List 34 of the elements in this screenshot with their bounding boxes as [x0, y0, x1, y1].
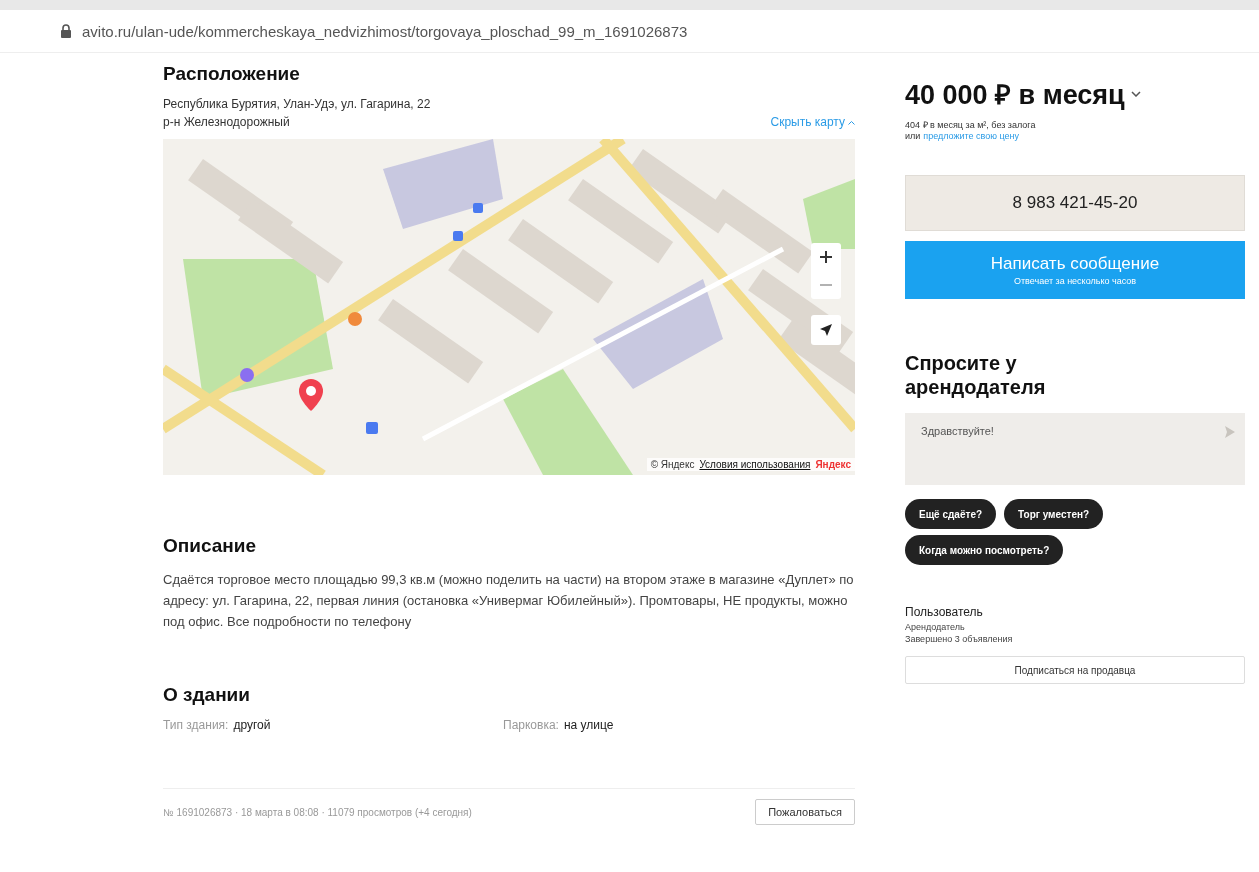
description-text: Сдаётся торговое место площадью 99,3 кв.м (можно поделить на части) на втором этаже в магазине «Дуплет» по адресу: ул. Гагарина, 22, первая линия (остановка «Универмаг Юбилейный»). Промтовары, НЕ продукты, можно под офис. Все подробности по телефону — [163, 571, 855, 631]
district-text: р-н Железнодорожный — [163, 115, 291, 129]
ask-title: Спросите у арендодателя — [905, 351, 1047, 399]
navigation-arrow-icon — [820, 324, 832, 336]
locate-button[interactable] — [811, 315, 841, 345]
address-bar-url[interactable]: avito.ru/ulan-ude/kommercheskaya_nedvizhimost/torgovaya_ploschad_99_m_1691026873 — [82, 22, 688, 40]
section-title: Расположение — [163, 63, 301, 85]
offer-prefix-text: или — [905, 131, 921, 141]
copyright-text: © Яндекс — [650, 459, 695, 470]
phone-button[interactable]: 8 983 421-45-20 — [905, 175, 1245, 231]
report-button[interactable]: Пожаловаться — [755, 799, 855, 825]
seller-stats: Завершено 3 объявления — [905, 634, 1014, 644]
address-text: Республика Бурятия, Улан-Удэ, ул. Гагарина, 22 — [163, 97, 431, 111]
map-brand-text: Яндекс — [815, 459, 851, 470]
message-field[interactable]: Здравствуйте! — [905, 413, 1245, 485]
quick-question-chip[interactable]: Ещё сдаёте? — [905, 499, 997, 529]
section-title: Описание — [163, 535, 258, 557]
param-value: другой — [233, 718, 271, 732]
price-text: 40 000 ₽ в месяц — [905, 79, 1125, 112]
chevron-up-icon — [848, 119, 855, 125]
param-label: Тип здания: — [163, 718, 229, 732]
subscribe-button[interactable]: Подписаться на продавца — [905, 656, 1245, 684]
quick-question-chip[interactable]: Торг уместен? — [1004, 499, 1104, 529]
price-per-meter-text: 404 ₽ в месяц за м², без залога — [905, 119, 1037, 131]
listing-meta-text: № 1691026873 · 18 марта в 08:08 · 11079 просмотров (+4 сегодня) — [163, 806, 472, 818]
seller-name[interactable]: Пользователь — [905, 605, 1245, 619]
chevron-down-icon[interactable] — [1130, 90, 1141, 97]
param-label: Парковка: — [503, 718, 559, 732]
lock-icon — [60, 24, 72, 38]
param-value: на улице — [563, 718, 614, 732]
terms-link[interactable]: Условия использования — [699, 459, 811, 470]
section-title: О здании — [163, 684, 251, 706]
seller-role: Арендодатель — [905, 622, 966, 632]
quick-question-chip[interactable]: Когда можно посмотреть? — [905, 535, 1064, 565]
